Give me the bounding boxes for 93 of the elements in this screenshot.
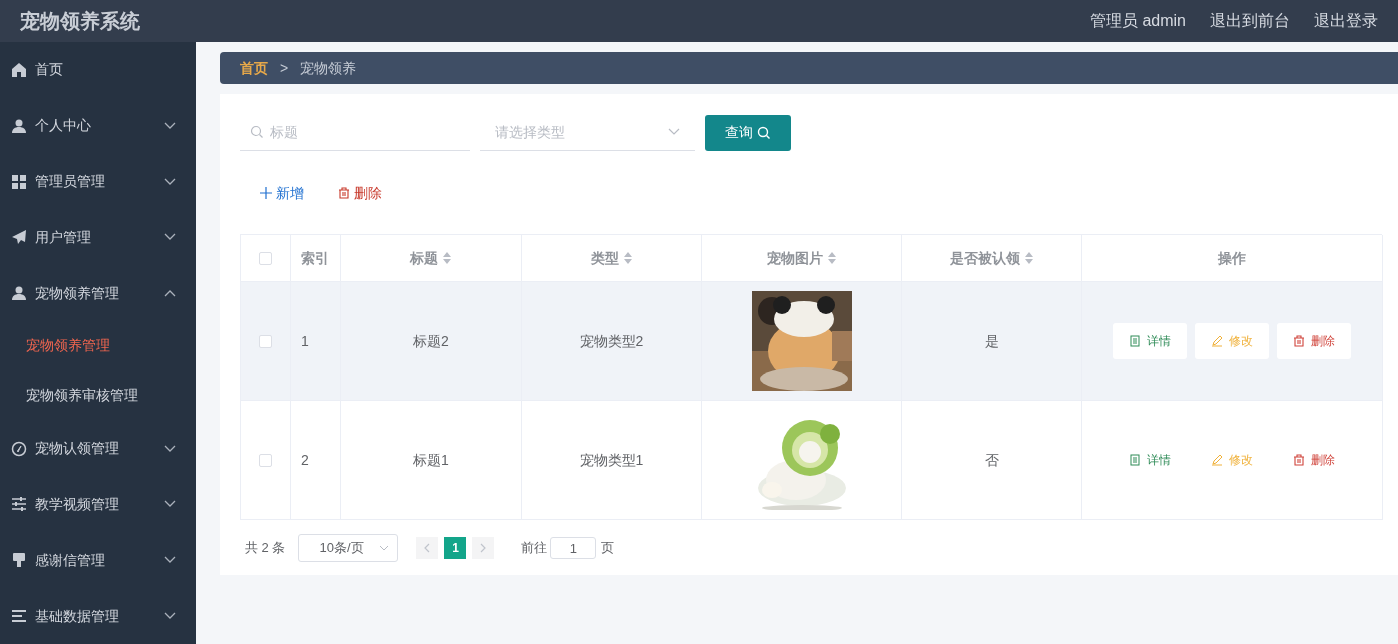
header-link[interactable]: 退出登录 (1314, 9, 1378, 33)
person-icon (11, 285, 27, 302)
delete-button[interactable]: 删除 (338, 182, 382, 204)
menu-item[interactable]: 感谢信管理 (0, 532, 196, 589)
person-icon (11, 117, 27, 134)
detail-button[interactable]: 详情 (1113, 442, 1187, 478)
column-header: 宠物图片 (766, 248, 823, 268)
checkbox[interactable] (259, 334, 272, 348)
table-cell-text: 宠物类型2 (579, 331, 644, 351)
chevron-down-icon (164, 121, 176, 130)
add-button[interactable]: 新增 (260, 182, 304, 204)
goto-label: 前往 (521, 539, 548, 558)
chevron-down-icon (164, 612, 176, 621)
pencil-icon (1211, 335, 1223, 347)
document-icon (1129, 454, 1141, 466)
checkbox[interactable] (259, 453, 272, 467)
table-cell-text: 标题1 (413, 450, 449, 470)
sliders-icon (11, 496, 27, 513)
menu-label: 教学视频管理 (35, 494, 120, 514)
chevron-right-icon (480, 543, 487, 553)
table-cell-text: 2 (301, 450, 309, 470)
menu-item[interactable]: 首页 (0, 42, 196, 98)
total-count: 共 2 条 (245, 539, 286, 558)
chevron-down-icon (379, 545, 390, 551)
search-icon (250, 125, 264, 139)
select-value: 10条/页 (319, 539, 364, 558)
page-input[interactable]: 1 (550, 537, 597, 559)
breadcrumb-separator: > (280, 58, 289, 78)
table-row[interactable]: 1 标题2 宠物类型2 是 详情 修改 删除 (241, 282, 1382, 401)
menu-item[interactable]: 用户管理 (0, 209, 196, 266)
submenu-item[interactable]: 宠物领养管理 (0, 321, 196, 371)
select-placeholder: 请选择类型 (495, 122, 565, 142)
paper-plane-icon (11, 229, 27, 246)
trash-icon (338, 187, 350, 199)
delete-button[interactable]: 删除 (1277, 442, 1351, 478)
header-link[interactable]: 管理员 admin (1089, 9, 1186, 33)
chevron-left-icon (424, 543, 431, 553)
menu-label: 首页 (35, 60, 64, 80)
chevron-down-icon (164, 556, 176, 565)
table-cell-text: 否 (984, 450, 999, 470)
menu-item[interactable]: 宠物领养管理 (0, 265, 196, 322)
menu-item[interactable]: 宠物认领管理 (0, 420, 196, 477)
menu-label: 感谢信管理 (35, 550, 106, 570)
prev-page-button[interactable] (416, 537, 439, 559)
next-page-button[interactable] (472, 537, 495, 559)
menu-label: 管理员管理 (35, 172, 106, 192)
plus-icon (260, 187, 272, 199)
detail-button[interactable]: 详情 (1113, 323, 1187, 359)
signboard-icon (11, 552, 27, 569)
chevron-down-icon (164, 233, 176, 242)
app-title: 宠物领养系统 (20, 9, 140, 34)
table-cell-text: 标题2 (413, 331, 449, 351)
table-cell-text: 是 (984, 331, 999, 351)
column-header: 是否被认领 (949, 248, 1020, 268)
query-button[interactable]: 查询 (705, 114, 791, 151)
chevron-down-icon (668, 128, 680, 136)
menu-label: 用户管理 (35, 227, 92, 247)
column-header: 标题 (410, 248, 438, 268)
goto-suffix: 页 (601, 539, 615, 558)
menu-item[interactable]: 教学视频管理 (0, 476, 196, 533)
trash-icon (1293, 454, 1305, 466)
menu-label: 基础数据管理 (35, 606, 120, 626)
search-icon (757, 125, 771, 140)
page-size-select[interactable]: 10条/页 (298, 534, 399, 562)
breadcrumb-link[interactable]: 首页 (240, 57, 268, 79)
table-row[interactable]: 2 标题1 宠物类型1 否 详情 修改 删除 (241, 401, 1382, 520)
chevron-up-icon (164, 289, 176, 298)
column-header: 操作 (1218, 248, 1246, 268)
menu-item[interactable]: 基础数据管理 (0, 588, 196, 644)
menu-item[interactable]: 个人中心 (0, 97, 196, 154)
pencil-icon (1211, 454, 1223, 466)
menu-label: 宠物领养管理 (35, 283, 120, 303)
submenu-item[interactable]: 宠物领养审核管理 (0, 370, 196, 421)
table-cell-text: 宠物类型1 (579, 450, 644, 470)
chevron-down-icon (164, 444, 176, 453)
column-header: 索引 (301, 248, 329, 268)
document-icon (1129, 335, 1141, 347)
column-header: 类型 (590, 248, 619, 268)
menu-label: 个人中心 (35, 116, 92, 136)
title-search-field[interactable]: 标题 (240, 114, 470, 151)
trash-icon (1293, 335, 1305, 347)
header-link[interactable]: 退出到前台 (1210, 9, 1290, 33)
list-icon (11, 608, 27, 625)
chevron-down-icon (164, 500, 176, 509)
chevron-down-icon (164, 177, 176, 186)
checkbox[interactable] (259, 251, 272, 265)
menu-item[interactable]: 管理员管理 (0, 153, 196, 210)
compass-icon (11, 440, 27, 457)
delete-button[interactable]: 删除 (1277, 323, 1351, 359)
menu-label: 宠物认领管理 (35, 439, 120, 459)
home-icon (11, 61, 27, 78)
table-cell-text: 1 (301, 331, 309, 351)
grid-icon (11, 173, 27, 190)
